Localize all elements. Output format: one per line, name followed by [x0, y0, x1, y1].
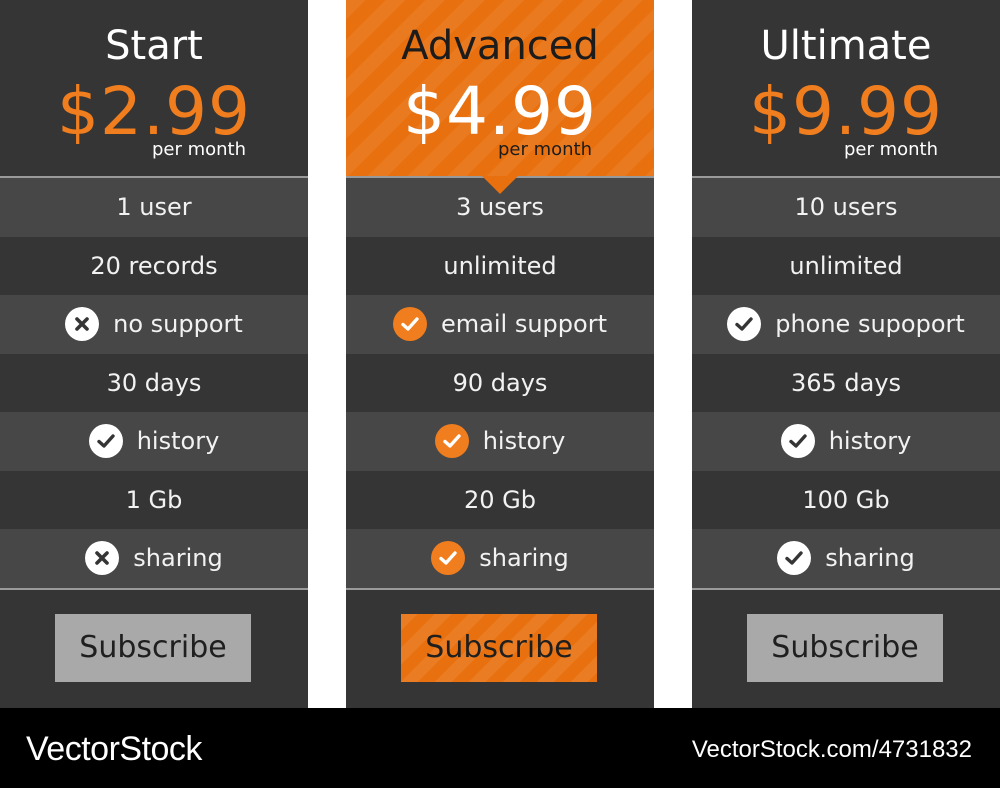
- check-icon: [780, 424, 815, 459]
- feature-label: 1 Gb: [125, 485, 183, 514]
- feature-row: 20 Gb: [346, 470, 654, 529]
- feature-label: 10 users: [794, 193, 898, 222]
- plan-header: Start $2.99 per month: [0, 0, 308, 176]
- feature-label: 20 Gb: [464, 485, 536, 514]
- watermark-bar: VectorStock VectorStock.com/4731832: [0, 708, 1000, 788]
- plan-name: Advanced: [401, 23, 599, 69]
- check-icon: [88, 424, 123, 459]
- feature-row: no support: [0, 295, 308, 354]
- feature-row: sharing: [346, 529, 654, 588]
- feature-label: unlimited: [443, 251, 557, 280]
- check-icon: [727, 307, 762, 342]
- check-icon: [393, 307, 428, 342]
- feature-row: 90 days: [346, 353, 654, 412]
- feature-row: 100 Gb: [692, 470, 1000, 529]
- feature-label: history: [136, 427, 220, 456]
- feature-label: 3 users: [456, 193, 544, 222]
- watermark-url: VectorStock.com/4731832: [691, 736, 972, 763]
- feature-label: history: [482, 427, 566, 456]
- feature-row: history: [346, 412, 654, 471]
- feature-list: 3 users unlimited email support 90 days hist…: [346, 178, 654, 588]
- feature-label: sharing: [479, 544, 569, 573]
- plan-footer: Subscribe: [346, 590, 654, 708]
- feature-row: phone supoport: [692, 295, 1000, 354]
- feature-row: unlimited: [346, 236, 654, 295]
- feature-label: email support: [441, 310, 607, 339]
- subscribe-button-start[interactable]: Subscribe: [55, 613, 251, 682]
- feature-row: history: [692, 412, 1000, 471]
- feature-row: 30 days: [0, 353, 308, 412]
- feature-label: phone supoport: [775, 310, 965, 339]
- plan-card-advanced: Advanced $4.99 per month 3 users unlimite…: [346, 0, 654, 708]
- plan-footer: Subscribe: [692, 590, 1000, 708]
- subscribe-button-ultimate[interactable]: Subscribe: [747, 613, 943, 682]
- feature-label: sharing: [133, 544, 223, 573]
- feature-row: unlimited: [692, 236, 1000, 295]
- feature-label: history: [828, 427, 912, 456]
- feature-row: email support: [346, 295, 654, 354]
- plan-card-ultimate: Ultimate $9.99 per month 10 users unlimit…: [692, 0, 1000, 708]
- feature-row: sharing: [0, 529, 308, 588]
- feature-row: 1 user: [0, 178, 308, 237]
- vectorstock-logo: VectorStock: [26, 730, 202, 768]
- plan-footer: Subscribe: [0, 590, 308, 708]
- feature-list: 1 user 20 records no support 30 days history…: [0, 178, 308, 588]
- plan-period: per month: [843, 139, 938, 160]
- feature-row: sharing: [692, 529, 1000, 588]
- check-icon: [434, 424, 469, 459]
- plan-period: per month: [497, 139, 592, 160]
- feature-row: history: [0, 412, 308, 471]
- feature-label: 1 user: [116, 193, 192, 222]
- plan-header: Ultimate $9.99 per month: [692, 0, 1000, 176]
- check-icon: [431, 541, 466, 576]
- feature-label: no support: [113, 310, 243, 339]
- plan-header-featured: Advanced $4.99 per month: [346, 0, 654, 194]
- feature-label: 365 days: [790, 368, 902, 397]
- feature-row: 365 days: [692, 353, 1000, 412]
- feature-row: 10 users: [692, 178, 1000, 237]
- check-icon: [777, 541, 812, 576]
- feature-row: 20 records: [0, 236, 308, 295]
- feature-label: 30 days: [106, 368, 202, 397]
- plan-name: Ultimate: [760, 23, 932, 69]
- subscribe-button-advanced[interactable]: Subscribe: [401, 613, 597, 682]
- feature-label: sharing: [825, 544, 915, 573]
- feature-label: 20 records: [90, 251, 218, 280]
- pointer-arrow: [482, 176, 518, 194]
- feature-row: 1 Gb: [0, 470, 308, 529]
- feature-label: 100 Gb: [802, 485, 890, 514]
- feature-label: unlimited: [789, 251, 903, 280]
- cross-icon: [65, 307, 100, 342]
- plan-name: Start: [105, 23, 203, 69]
- plan-card-start: Start $2.99 per month 1 user 20 records no…: [0, 0, 308, 708]
- cross-icon: [85, 541, 120, 576]
- feature-list: 10 users unlimited phone supoport 365 days h…: [692, 178, 1000, 588]
- feature-label: 90 days: [452, 368, 548, 397]
- plan-period: per month: [151, 139, 246, 160]
